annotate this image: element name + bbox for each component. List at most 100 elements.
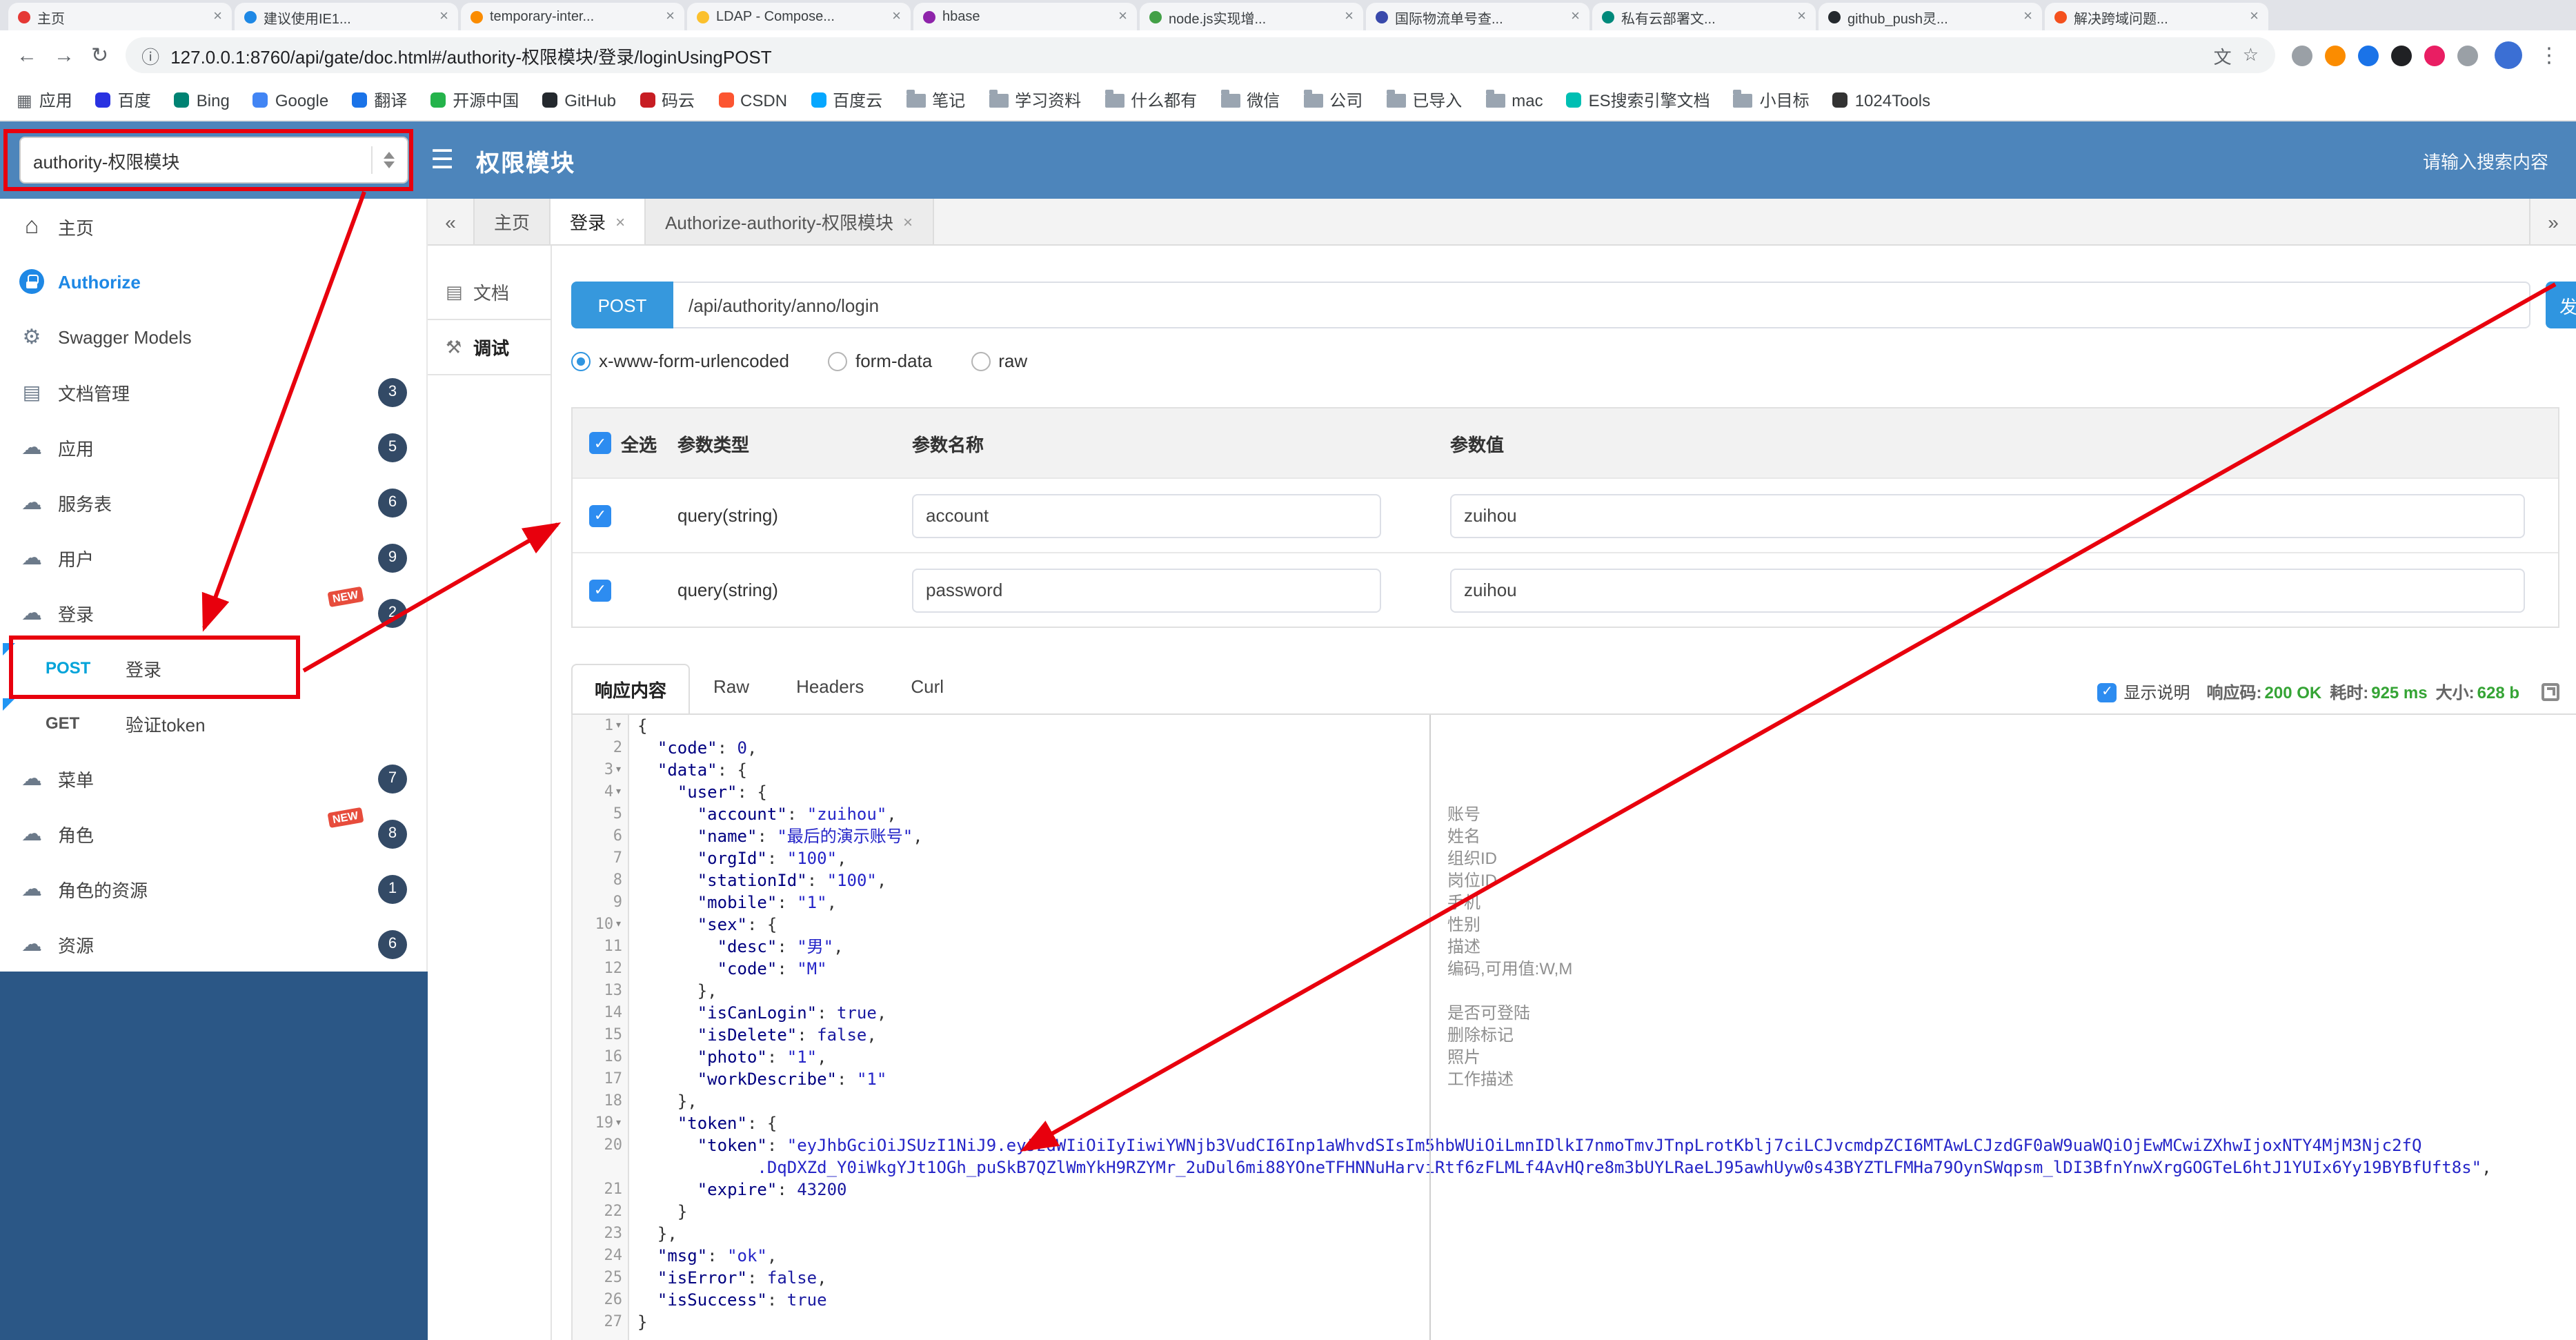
bookmark[interactable]: 码云 — [640, 88, 695, 112]
bookmark[interactable]: Google — [252, 90, 328, 110]
send-button[interactable]: 发 — [2546, 282, 2576, 328]
address-bar[interactable]: ⓘ 127.0.0.1:8760/api/gate/doc.html#/auth… — [125, 37, 2275, 73]
bookmark[interactable]: 已导入 — [1386, 88, 1462, 112]
response-body[interactable]: 1 ▾{2 "code": 0, 3 ▾ "data": {4 ▾ "user": {5… — [571, 713, 2576, 1340]
response-tab[interactable]: Raw — [690, 664, 773, 713]
content-type-radio[interactable]: x-www-form-urlencoded — [571, 351, 789, 371]
profile-avatar[interactable] — [2495, 41, 2522, 69]
doc-tab[interactable]: 主页 × — [475, 199, 551, 244]
browser-tab[interactable]: temporary-inter... × — [461, 3, 684, 30]
view-tab[interactable]: 调试 — [428, 319, 551, 375]
extension-icon[interactable] — [2292, 45, 2312, 66]
tab-close-icon[interactable]: × — [2250, 8, 2259, 25]
content-type-radio[interactable]: form-data — [827, 351, 932, 371]
tab-close-icon[interactable]: × — [666, 8, 675, 25]
bookmark[interactable]: 应用 — [17, 88, 72, 112]
bookmark[interactable]: 1024Tools — [1832, 90, 1930, 110]
bookmark[interactable]: 学习资料 — [989, 88, 1081, 112]
tab-close-icon[interactable]: × — [892, 8, 901, 25]
bookmark[interactable]: GitHub — [542, 90, 616, 110]
back-icon[interactable]: ← — [17, 43, 37, 67]
browser-tab[interactable]: 建议使用IE1... × — [235, 3, 458, 30]
browser-tab[interactable]: 解决跨域问题... × — [2045, 3, 2268, 30]
bookmark[interactable]: mac — [1485, 89, 1543, 110]
sidebar-item[interactable]: Authorize NEW — [0, 254, 426, 309]
sidebar-item[interactable]: 用户 NEW 9 — [0, 530, 426, 585]
tab-close-icon[interactable]: × — [439, 8, 448, 25]
show-desc-checkbox[interactable] — [2097, 682, 2117, 702]
response-tab[interactable]: Headers — [773, 664, 887, 713]
sidebar-item[interactable]: POST 登录 NEW — [0, 640, 426, 696]
sidebar-item[interactable]: 文档管理 NEW 3 — [0, 364, 426, 420]
browser-tab[interactable]: hbase × — [913, 3, 1137, 30]
sidebar-item[interactable]: 服务表 NEW 6 — [0, 475, 426, 530]
bookmark[interactable]: 小目标 — [1733, 88, 1810, 112]
param-value-input[interactable] — [1450, 568, 2525, 612]
param-checkbox[interactable] — [589, 579, 611, 601]
tab-close-icon[interactable]: × — [213, 8, 222, 25]
tab-close-icon[interactable]: × — [1118, 8, 1127, 25]
forward-icon[interactable]: → — [54, 43, 75, 67]
doc-tab[interactable]: Authorize-authority-权限模块 × — [646, 199, 934, 244]
show-desc-toggle[interactable]: 显示说明 — [2097, 680, 2190, 704]
browser-tab[interactable]: 国际物流单号查... × — [1366, 3, 1589, 30]
browser-tab[interactable]: LDAP - Compose... × — [687, 3, 911, 30]
translate-icon[interactable]: 文 — [2214, 42, 2232, 68]
browser-tab[interactable]: 主页 × — [8, 3, 232, 30]
sidebar-item[interactable]: 登录 NEW 2 — [0, 585, 426, 640]
sidebar-item[interactable]: 主页 NEW — [0, 199, 426, 254]
extension-icon[interactable] — [2391, 45, 2412, 66]
content-type-radio[interactable]: raw — [971, 351, 1027, 371]
bookmark[interactable]: ES搜索引擎文档 — [1566, 88, 1710, 112]
bookmark[interactable]: Bing — [174, 90, 230, 110]
tab-close-icon[interactable]: × — [2023, 8, 2032, 25]
browser-menu-icon[interactable]: ⋮ — [2539, 43, 2559, 68]
extension-icon[interactable] — [2424, 45, 2445, 66]
param-checkbox[interactable] — [589, 504, 611, 526]
param-name-input[interactable] — [912, 493, 1381, 538]
browser-tab[interactable]: github_push灵... × — [1819, 3, 2042, 30]
param-value-input[interactable] — [1450, 493, 2525, 538]
sidebar-item[interactable]: 菜单 NEW 7 — [0, 751, 426, 806]
browser-tab[interactable]: 私有云部署文... × — [1592, 3, 1816, 30]
sidebar-item[interactable]: GET 验证token NEW — [0, 696, 426, 751]
param-name-input[interactable] — [912, 568, 1381, 612]
sidebar-item[interactable]: Swagger Models NEW — [0, 309, 426, 364]
sidebar-item[interactable]: 应用 NEW 5 — [0, 420, 426, 475]
tab-close-icon[interactable]: × — [903, 212, 913, 231]
bookmark[interactable]: CSDN — [718, 90, 787, 110]
tab-close-icon[interactable]: × — [1571, 8, 1580, 25]
extension-icon[interactable] — [2325, 45, 2346, 66]
extension-icon[interactable] — [2358, 45, 2379, 66]
sidebar-item[interactable]: 角色 NEW 8 — [0, 806, 426, 861]
extension-icon[interactable] — [2457, 45, 2478, 66]
bookmark[interactable]: 公司 — [1303, 88, 1363, 112]
bookmark-star-icon[interactable]: ☆ — [2243, 44, 2259, 66]
tab-close-icon[interactable]: × — [615, 212, 625, 231]
response-tab[interactable]: Curl — [887, 664, 967, 713]
header-search[interactable]: 请输入搜索内容 — [2423, 147, 2557, 173]
response-tab[interactable]: 响应内容 — [571, 664, 691, 715]
page-info-icon[interactable]: ⓘ — [141, 42, 159, 68]
expand-icon[interactable] — [2542, 683, 2559, 701]
sidebar-item[interactable]: 角色的资源 NEW 1 — [0, 861, 426, 916]
bookmark[interactable]: 微信 — [1220, 88, 1280, 112]
path-input[interactable] — [673, 282, 2530, 328]
view-tab[interactable]: 文档 — [428, 265, 551, 319]
tabs-collapse-icon[interactable]: « — [428, 199, 475, 244]
tabs-forward-icon[interactable]: » — [2529, 199, 2576, 244]
bookmark[interactable]: 百度 — [95, 88, 151, 112]
doc-tab[interactable]: 登录 × — [551, 199, 646, 244]
bookmark[interactable]: 什么都有 — [1104, 88, 1197, 112]
bookmark[interactable]: 开源中国 — [430, 88, 519, 112]
sidebar-item[interactable]: 资源 NEW 6 — [0, 916, 426, 972]
reload-icon[interactable]: ↻ — [91, 43, 108, 68]
tab-close-icon[interactable]: × — [1797, 8, 1806, 25]
bookmark[interactable]: 翻译 — [352, 88, 407, 112]
browser-tab[interactable]: node.js实现增... × — [1140, 3, 1363, 30]
menu-icon[interactable]: ☰ — [430, 144, 454, 176]
bookmark[interactable]: 百度云 — [811, 88, 882, 112]
select-all-checkbox[interactable] — [589, 432, 611, 454]
bookmark[interactable]: 笔记 — [906, 88, 965, 112]
tab-close-icon[interactable]: × — [1345, 8, 1354, 25]
